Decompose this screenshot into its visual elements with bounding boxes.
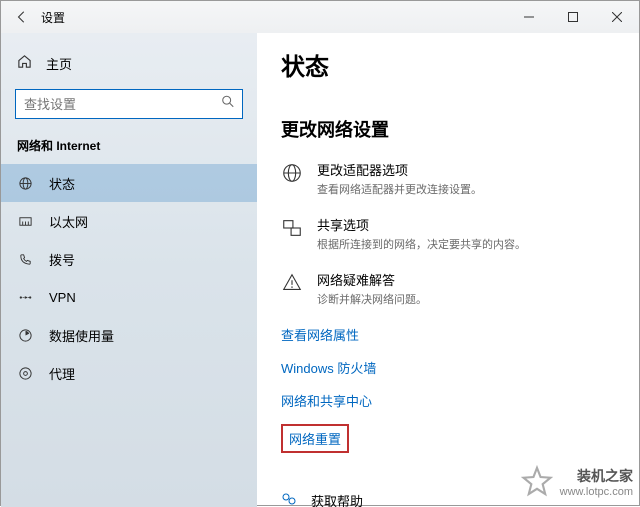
star-icon — [520, 465, 554, 499]
nav-dialup[interactable]: 拨号 — [1, 240, 257, 278]
option-desc: 根据所连接到的网络，决定要共享的内容。 — [317, 236, 526, 252]
page-title: 状态 — [281, 47, 619, 82]
nav-datausage[interactable]: 数据使用量 — [1, 316, 257, 354]
help-label: 获取帮助 — [311, 491, 363, 507]
option-desc: 查看网络适配器并更改连接设置。 — [317, 181, 482, 197]
nav-label: 状态 — [49, 174, 75, 193]
nav-label: VPN — [49, 290, 76, 305]
globe-icon — [17, 176, 33, 191]
section-title: 更改网络设置 — [281, 116, 619, 142]
link-network-reset[interactable]: 网络重置 — [281, 424, 349, 453]
option-sharing[interactable]: 共享选项根据所连接到的网络，决定要共享的内容。 — [281, 215, 619, 252]
nav-label: 以太网 — [49, 212, 88, 231]
minimize-button[interactable] — [507, 1, 551, 33]
nav-label: 数据使用量 — [49, 326, 114, 345]
vpn-icon — [17, 290, 33, 305]
link-firewall[interactable]: Windows 防火墙 — [281, 358, 619, 377]
option-title: 更改适配器选项 — [317, 160, 482, 179]
nav-label: 拨号 — [49, 250, 75, 269]
nav-vpn[interactable]: VPN — [1, 278, 257, 316]
main-content: 状态 更改网络设置 更改适配器选项查看网络适配器并更改连接设置。 共享选项根据所… — [257, 33, 639, 507]
maximize-button[interactable] — [551, 1, 595, 33]
sidebar: 主页 网络和 Internet 状态 以太网 拨号 VPN — [1, 33, 257, 507]
home-label: 主页 — [46, 54, 72, 73]
proxy-icon — [17, 366, 33, 381]
nav-status[interactable]: 状态 — [1, 164, 257, 202]
search-icon — [221, 95, 235, 114]
link-network-properties[interactable]: 查看网络属性 — [281, 325, 619, 344]
option-adapter[interactable]: 更改适配器选项查看网络适配器并更改连接设置。 — [281, 160, 619, 197]
option-troubleshoot[interactable]: 网络疑难解答诊断并解决网络问题。 — [281, 270, 619, 307]
option-title: 网络疑难解答 — [317, 270, 427, 289]
help-icon — [281, 491, 301, 507]
option-desc: 诊断并解决网络问题。 — [317, 291, 427, 307]
phone-icon — [17, 252, 33, 267]
section-label: 网络和 Internet — [1, 133, 257, 164]
window-title: 设置 — [41, 9, 65, 26]
watermark: 装机之家 www.lotpc.com — [520, 465, 633, 499]
troubleshoot-icon — [281, 272, 305, 307]
link-sharing-center[interactable]: 网络和共享中心 — [281, 391, 619, 410]
search-input[interactable] — [15, 89, 243, 119]
data-icon — [17, 328, 33, 343]
nav-ethernet[interactable]: 以太网 — [1, 202, 257, 240]
close-button[interactable] — [595, 1, 639, 33]
option-title: 共享选项 — [317, 215, 526, 234]
nav-label: 代理 — [49, 364, 75, 383]
home-nav[interactable]: 主页 — [1, 45, 257, 81]
watermark-url: www.lotpc.com — [560, 486, 633, 498]
nav-proxy[interactable]: 代理 — [1, 354, 257, 392]
home-icon — [17, 54, 32, 72]
back-button[interactable] — [7, 1, 37, 33]
ethernet-icon — [17, 214, 33, 229]
adapter-icon — [281, 162, 305, 197]
sharing-icon — [281, 217, 305, 252]
watermark-name: 装机之家 — [560, 466, 633, 486]
